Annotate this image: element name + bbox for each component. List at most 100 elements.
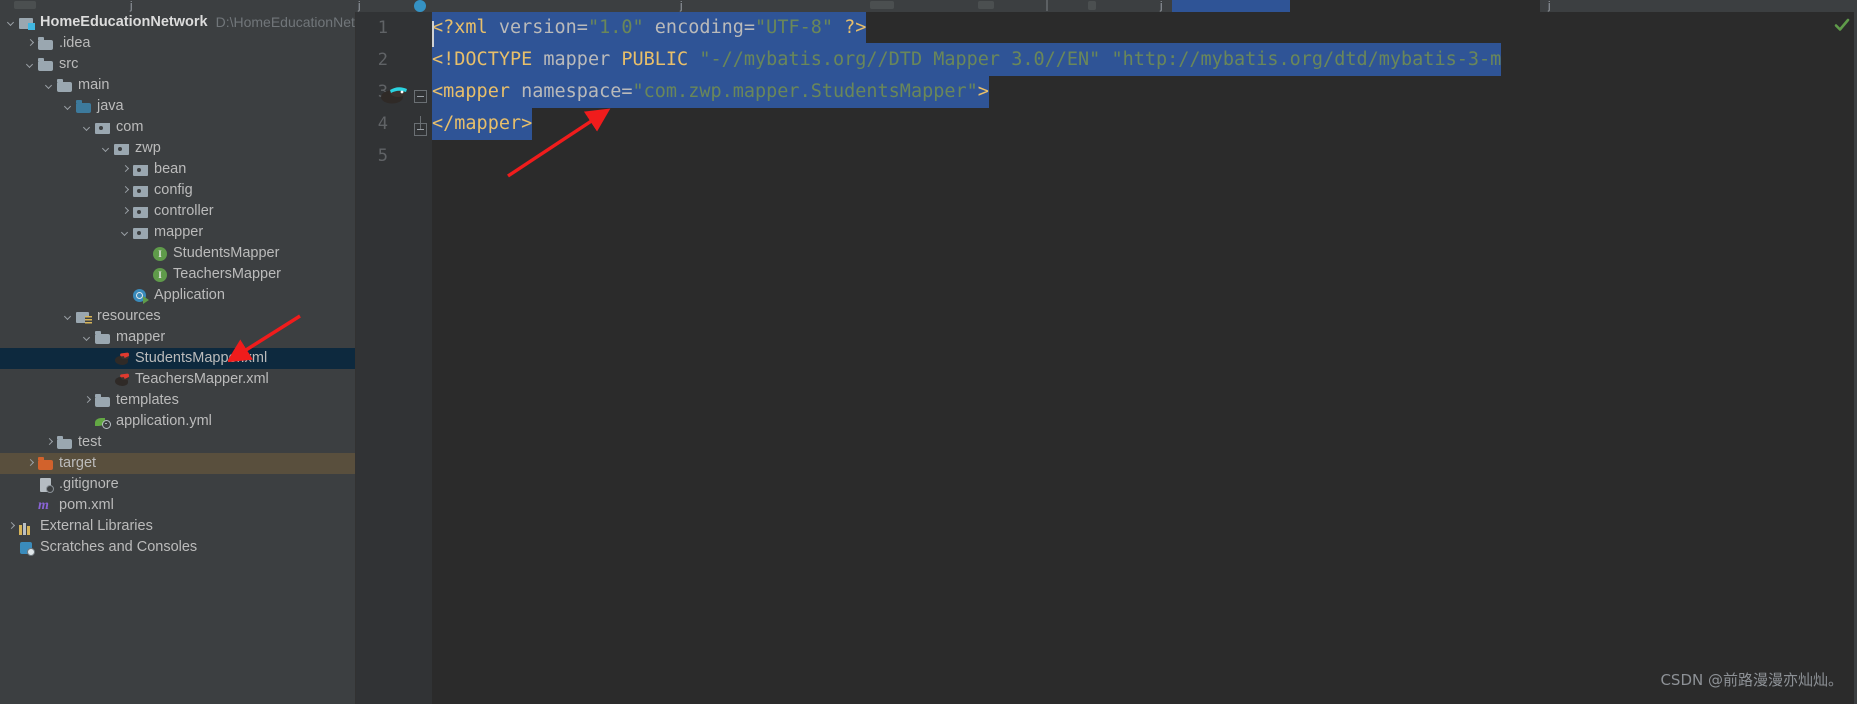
chevron-down-icon[interactable] xyxy=(63,101,74,112)
mybatis-bird-glyph xyxy=(381,87,407,104)
chevron-down-icon[interactable] xyxy=(101,143,112,154)
run-icon[interactable] xyxy=(978,1,994,9)
code-line-4[interactable]: </mapper> xyxy=(432,107,533,140)
excluded-folder-icon xyxy=(38,456,54,472)
check-glyph xyxy=(1834,18,1850,31)
tree-row-mapper[interactable]: mapper xyxy=(0,327,355,348)
code-line-1[interactable]: <?xml version="1.0" encoding="UTF-8" ?> xyxy=(432,12,867,44)
code-editor[interactable]: 1 2 3 4 5 <?xml version="1.0" encoding="… xyxy=(356,12,1857,704)
window-icon[interactable] xyxy=(14,1,36,9)
module-icon xyxy=(19,15,35,31)
chevron-down-icon[interactable] xyxy=(82,332,93,343)
folder-icon xyxy=(57,435,73,451)
package-icon xyxy=(133,162,149,178)
tree-row-label: main xyxy=(78,77,110,93)
tree-row-controller[interactable]: controller xyxy=(0,201,355,222)
tree-row-test[interactable]: test xyxy=(0,432,355,453)
editor-tab-active[interactable] xyxy=(1172,0,1290,12)
tree-row-label: templates xyxy=(116,392,179,408)
no-chevron xyxy=(120,290,131,301)
tree-row-zwp[interactable]: zwp xyxy=(0,138,355,159)
line-number: 1 xyxy=(377,18,388,38)
run-config-icon[interactable] xyxy=(414,0,426,12)
j-glyph-icon: j xyxy=(358,0,361,12)
j-glyph-icon: j xyxy=(1160,0,1163,12)
tree-row-java[interactable]: java xyxy=(0,96,355,117)
chevron-right-icon[interactable] xyxy=(25,38,36,49)
line-number: 4 xyxy=(377,114,388,134)
chevron-down-icon[interactable] xyxy=(6,17,17,28)
tree-row-studentsmapper-xml[interactable]: StudentsMapper.xml xyxy=(0,348,355,369)
tree-row-com[interactable]: com xyxy=(0,117,355,138)
tree-row-label: External Libraries xyxy=(40,518,153,534)
tree-row-pom-xml[interactable]: m pom.xml xyxy=(0,495,355,516)
build-icon[interactable] xyxy=(870,1,894,9)
search-icon[interactable] xyxy=(1088,1,1096,10)
tree-row-project-root[interactable]: HomeEducationNetwork D:\HomeEducationNet… xyxy=(0,12,355,33)
no-chevron xyxy=(6,542,17,553)
chevron-right-icon[interactable] xyxy=(6,521,17,532)
maven-icon: m xyxy=(38,497,49,513)
tree-row-config[interactable]: config xyxy=(0,180,355,201)
tree-row-label: application.yml xyxy=(116,413,212,429)
code-token: PUBLIC xyxy=(621,49,689,70)
tree-row-gitignore[interactable]: .gitignore xyxy=(0,474,355,495)
tree-row-application-yml[interactable]: application.yml xyxy=(0,411,355,432)
tree-row-main[interactable]: main xyxy=(0,75,355,96)
chevron-down-icon[interactable] xyxy=(82,122,93,133)
libraries-icon xyxy=(19,519,35,535)
tree-row-external-libraries[interactable]: External Libraries xyxy=(0,516,355,537)
editor-gutter[interactable]: 1 2 3 4 5 xyxy=(356,12,432,704)
code-token: "http://mybatis.org/dtd/mybatis-3-m xyxy=(1111,49,1502,70)
code-token: version= xyxy=(498,17,588,38)
fold-marker-open[interactable] xyxy=(414,90,427,103)
inspection-ok-check-icon[interactable] xyxy=(1833,16,1851,34)
tree-row-application[interactable]: Application xyxy=(0,285,355,306)
tree-row-idea[interactable]: .idea xyxy=(0,33,355,54)
chevron-down-icon[interactable] xyxy=(44,80,55,91)
tree-row-label: src xyxy=(59,56,79,72)
chevron-right-icon[interactable] xyxy=(44,437,55,448)
fold-marker-close[interactable] xyxy=(414,123,427,136)
chevron-right-icon[interactable] xyxy=(120,164,131,175)
no-chevron xyxy=(25,500,36,511)
code-line-3[interactable]: <mapper namespace="com.zwp.mapper.Studen… xyxy=(432,75,989,108)
package-icon xyxy=(133,183,149,199)
watermark-text: CSDN @前路漫漫亦灿灿。 xyxy=(1660,671,1843,689)
tree-row-label: zwp xyxy=(135,140,161,156)
interface-icon: I xyxy=(152,246,168,262)
chevron-down-icon[interactable] xyxy=(120,227,131,238)
tree-row-src[interactable]: src xyxy=(0,54,355,75)
chevron-right-icon[interactable] xyxy=(120,206,131,217)
code-token: <!DOCTYPE xyxy=(432,49,533,70)
fold-region-line xyxy=(414,103,427,130)
package-icon xyxy=(133,204,149,220)
tree-row-label: .idea xyxy=(59,35,91,51)
tree-row-resources[interactable]: resources xyxy=(0,306,355,327)
chevron-right-icon[interactable] xyxy=(120,185,131,196)
chevron-down-icon[interactable] xyxy=(25,59,36,70)
tree-row-studentsmapper[interactable]: I StudentsMapper xyxy=(0,243,355,264)
code-line-2[interactable]: <!DOCTYPE mapper PUBLIC "-//mybatis.org/… xyxy=(432,43,1502,76)
tree-row-mapper[interactable]: mapper xyxy=(0,222,355,243)
chevron-down-icon[interactable] xyxy=(63,311,74,322)
tree-row-label: config xyxy=(154,182,193,198)
tree-row-target[interactable]: target xyxy=(0,453,355,474)
tree-row-templates[interactable]: templates xyxy=(0,390,355,411)
folder-icon xyxy=(57,78,73,94)
tree-row-teachersmapper[interactable]: I TeachersMapper xyxy=(0,264,355,285)
tree-row-label: StudentsMapper.xml xyxy=(135,350,268,366)
code-line-5[interactable] xyxy=(432,140,443,172)
tree-row-scratches-and-consoles[interactable]: Scratches and Consoles xyxy=(0,537,355,558)
folder-icon xyxy=(38,36,54,52)
tree-row-bean[interactable]: bean xyxy=(0,159,355,180)
chevron-right-icon[interactable] xyxy=(25,458,36,469)
no-chevron xyxy=(82,416,93,427)
project-tool-window[interactable]: HomeEducationNetwork D:\HomeEducationNet… xyxy=(0,12,355,704)
mybatis-gutter-icon[interactable] xyxy=(380,84,407,104)
tree-row-teachersmapper-xml[interactable]: TeachersMapper.xml xyxy=(0,369,355,390)
source-folder-icon xyxy=(76,99,92,115)
chevron-right-icon[interactable] xyxy=(82,395,93,406)
